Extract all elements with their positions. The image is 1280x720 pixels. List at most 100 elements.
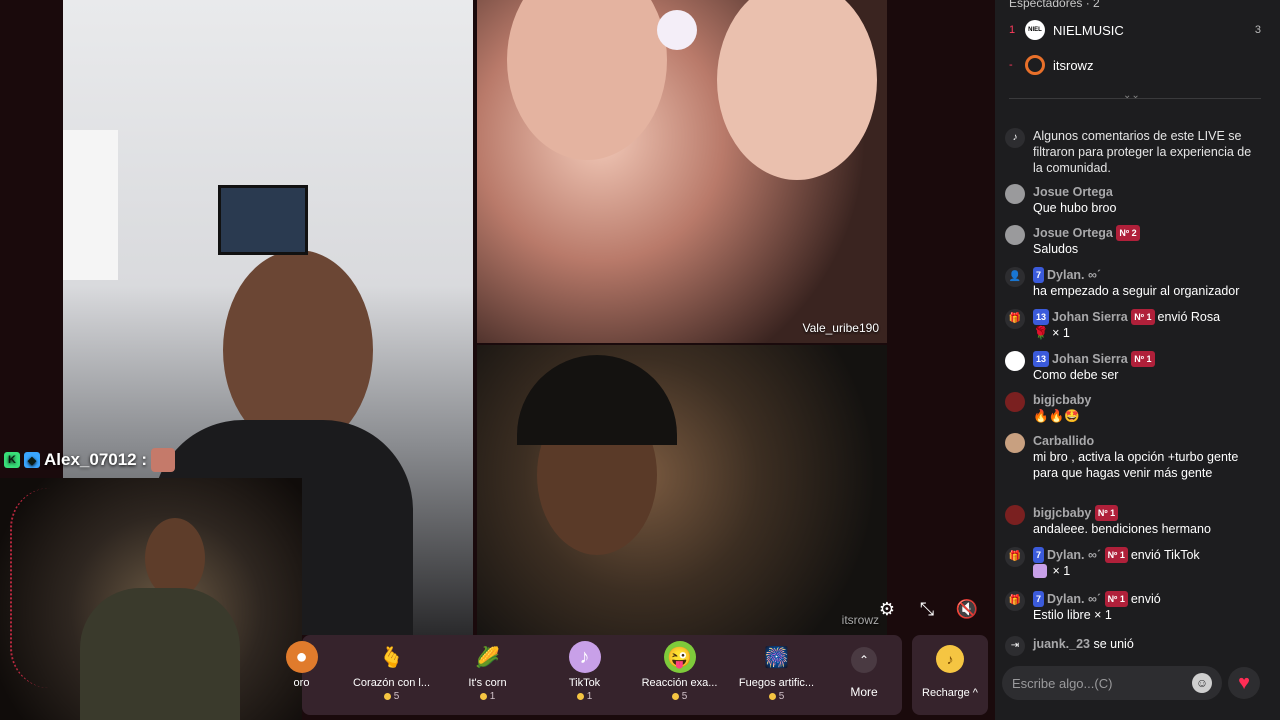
username[interactable]: Dylan. ∞ˊ: [1047, 592, 1101, 606]
guest-video-tile-1[interactable]: Vale_uribe190: [477, 0, 887, 343]
username[interactable]: Johan Sierra: [1052, 352, 1128, 366]
guest-username-watermark: itsrowz: [841, 613, 879, 627]
level-badge: 7: [1033, 591, 1045, 607]
overlay-username: Alex_07012 :: [44, 450, 148, 469]
gift-icon: 🎁: [1005, 309, 1025, 329]
username[interactable]: Josue Ortega: [1033, 184, 1260, 200]
chat-message: Carballido mi bro , activa la opción +tur…: [1005, 433, 1260, 481]
fan-badge: Nº 1: [1131, 309, 1155, 325]
fan-badge: Nº 1: [1094, 505, 1119, 521]
chat-input[interactable]: [1012, 675, 1192, 691]
more-gifts-button[interactable]: ⌃ More: [850, 647, 878, 699]
corn-icon: 🌽: [475, 646, 500, 669]
username[interactable]: juank._23: [1033, 637, 1090, 651]
emoji-icon[interactable]: ☺: [1192, 673, 1212, 693]
gift-item[interactable]: 😜 Reacción exa... 5: [632, 641, 727, 702]
fireworks-icon: 🎆: [764, 646, 789, 669]
viewers-header: Espectadores · 2: [1009, 0, 1100, 10]
gift-name: Fuegos artific...: [738, 677, 815, 689]
avatar[interactable]: [1005, 351, 1025, 371]
chat-input-box[interactable]: ☺: [1002, 666, 1222, 700]
message-text: ha empezado a seguir al organizador: [1033, 284, 1240, 298]
username[interactable]: Dylan. ∞ˊ: [1047, 548, 1101, 562]
avatar[interactable]: [1005, 392, 1025, 412]
rose-icon: 🌹: [1033, 326, 1049, 340]
viewer-row[interactable]: - itsrowz: [1009, 55, 1261, 75]
action-text: envió: [1130, 592, 1161, 606]
username[interactable]: bigjcbaby: [1033, 506, 1091, 520]
message-text: andaleee. bendiciones hermano: [1033, 522, 1211, 536]
wall-paper: [63, 130, 118, 280]
gift-price: 5: [632, 691, 727, 702]
message-text: × 1: [1052, 564, 1071, 578]
heart-like-button[interactable]: ♥: [1228, 667, 1260, 699]
self-body: [80, 588, 240, 720]
username[interactable]: bigjcbaby: [1033, 392, 1260, 408]
message-text: × 1: [1052, 326, 1070, 340]
action-text: envió TikTok: [1130, 548, 1200, 562]
viewer-count: 3: [1254, 24, 1261, 36]
viewer-rank: -: [1009, 59, 1013, 71]
guest-face-right: [717, 0, 877, 180]
username[interactable]: Dylan. ∞ˊ: [1047, 268, 1101, 282]
chat-message-join: ⇥ juank._23 se unió: [1005, 636, 1260, 656]
guest-username-label: Vale_uribe190: [802, 321, 879, 335]
coin-icon: [768, 693, 776, 700]
avatar[interactable]: [1005, 184, 1025, 204]
coin-icon: [671, 693, 679, 700]
tiktok-icon: ♪: [568, 641, 601, 673]
message-text: Estilo libre × 1: [1033, 608, 1112, 622]
coin-icon: [479, 693, 487, 700]
coin-music-icon: ♪: [936, 645, 964, 673]
gift-price: 5: [729, 691, 824, 702]
viewer-avatar: NIEL: [1025, 20, 1045, 40]
gift-name: oro: [293, 677, 310, 689]
gift-price: 5: [344, 691, 439, 702]
tiktok-gift-icon: [1033, 564, 1047, 578]
gift-name: Corazón con l...: [352, 677, 431, 689]
gift-icon: 🎁: [1005, 591, 1025, 611]
gift-item[interactable]: ♪ TikTok 1: [537, 641, 632, 702]
gift-name: It's corn: [468, 677, 507, 689]
username[interactable]: Johan Sierra: [1052, 310, 1128, 324]
message-text: 🔥🔥🤩: [1033, 409, 1080, 423]
gift-item[interactable]: 🎆 Fuegos artific... 5: [729, 641, 824, 703]
overlay-comment-user: K ◆ Alex_07012 :: [4, 447, 176, 473]
chat-sidebar: Espectadores · 2 1 NIEL NIELMUSIC 3 - it…: [995, 0, 1280, 720]
level-badge: 7: [1033, 267, 1045, 283]
crazy-face-icon: 😜: [663, 641, 696, 673]
coin-icon: [576, 693, 584, 700]
avatar[interactable]: [1005, 225, 1025, 245]
live-stage: Vale_uribe190 itsrowz K ◆ Alex_07012 : ⚙…: [0, 0, 995, 720]
chat-message-system: ♪ Algunos comentarios de este LIVE se fi…: [1005, 128, 1260, 176]
recharge-button[interactable]: ♪ Recharge ^: [912, 635, 988, 715]
gift-bar: ● oro 🫰 Corazón con l... 5 🌽 It's corn 1…: [285, 635, 902, 715]
viewer-name: itsrowz: [1053, 57, 1094, 73]
username[interactable]: Josue Ortega: [1033, 226, 1113, 240]
viewer-row[interactable]: 1 NIEL NIELMUSIC 3: [1009, 20, 1261, 40]
system-text: Algunos comentarios de este LIVE se filt…: [1033, 129, 1252, 175]
gift-icon: 🎁: [1005, 547, 1025, 567]
badge-icon: ◆: [24, 452, 40, 468]
speaker-muted-icon[interactable]: 🔇: [956, 598, 978, 620]
compress-icon[interactable]: ⤡: [916, 598, 938, 620]
level-badge: 7: [1033, 547, 1045, 563]
level-badge: 13: [1033, 309, 1050, 325]
gift-item[interactable]: 🫰 Corazón con l... 5: [344, 641, 439, 703]
message-text: mi bro , activa la opción +turbo gente p…: [1033, 450, 1239, 480]
avatar[interactable]: [1005, 433, 1025, 453]
chevron-down-icon[interactable]: ⌄⌄: [1123, 90, 1140, 101]
gift-item[interactable]: 🌽 It's corn 1: [440, 641, 535, 703]
username[interactable]: Carballido: [1033, 433, 1260, 449]
fan-badge: Nº 1: [1104, 547, 1128, 563]
gift-name: TikTok: [568, 677, 601, 689]
kick-icon: K: [4, 452, 20, 468]
level-badge: 13: [1033, 351, 1050, 367]
gear-icon[interactable]: ⚙: [876, 598, 898, 620]
coin-icon: [383, 693, 391, 700]
avatar[interactable]: [1005, 505, 1025, 525]
chat-message: bigjcbaby Nº 1 andaleee. bendiciones herm…: [1005, 505, 1260, 537]
gift-item[interactable]: ● oro: [254, 641, 349, 689]
action-text: se unió: [1093, 637, 1134, 651]
guest-video-tile-2[interactable]: itsrowz: [477, 345, 887, 635]
